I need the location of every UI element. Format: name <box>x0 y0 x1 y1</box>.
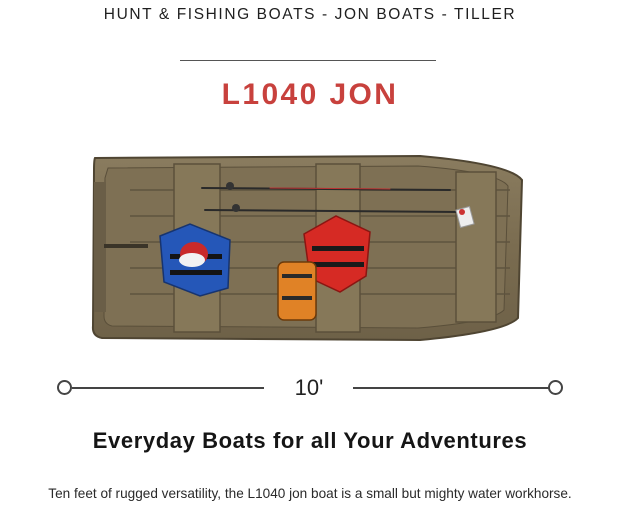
bench-seat <box>455 171 497 323</box>
scale-end-marker <box>548 380 563 395</box>
breadcrumb: HUNT & FISHING BOATS - JON BOATS - TILLE… <box>103 6 517 23</box>
product-description: Ten feet of rugged versatility, the L104… <box>48 486 572 501</box>
scale-line <box>353 387 549 389</box>
product-page: HUNT & FISHING BOATS - JON BOATS - TILLE… <box>0 0 620 512</box>
scale-start-marker <box>57 380 72 395</box>
scale-line <box>72 387 264 389</box>
length-label: 10' <box>294 375 324 400</box>
page-title: L1040 JON <box>221 78 399 111</box>
tackle-bag <box>277 261 317 321</box>
boat-product-image <box>90 150 530 350</box>
title-divider <box>180 60 436 61</box>
tagline: Everyday Boats for all Your Adventures <box>92 428 528 453</box>
length-scale: 10' <box>55 372 565 404</box>
